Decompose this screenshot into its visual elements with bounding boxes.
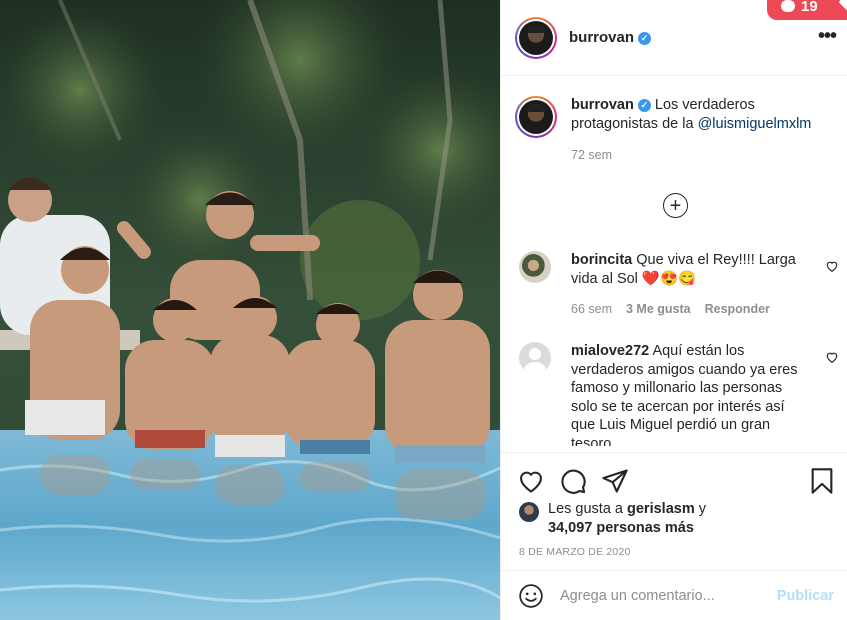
post-header: burrovan ✓ ••• (501, 0, 847, 76)
add-comment-bar: Publicar (501, 570, 847, 620)
comment-timestamp[interactable]: 66 sem (571, 300, 612, 319)
bookmark-icon[interactable] (808, 467, 836, 495)
comment-icon[interactable] (559, 467, 587, 495)
comment-like-heart-icon[interactable] (825, 350, 839, 364)
liker-username[interactable]: gerislasm (627, 501, 695, 517)
author-username[interactable]: burrovan ✓ (569, 29, 652, 46)
author-avatar[interactable] (515, 16, 557, 59)
post-date[interactable]: 8 DE MARZO DE 2020 (519, 546, 631, 558)
more-options-button[interactable]: ••• (818, 26, 837, 46)
comment-item: borincita Que viva el Rey!!!! Larga vida… (519, 251, 839, 319)
caption-mention-link[interactable]: @luismiguelmxlm (698, 116, 812, 132)
heart-icon[interactable] (517, 467, 545, 495)
caption-text: burrovan ✓ Los verdaderos protagonistas d… (571, 96, 835, 134)
smiley-icon[interactable] (518, 583, 544, 609)
commenter-username[interactable]: mialove272 (571, 343, 649, 359)
verified-badge-icon: ✓ (638, 32, 652, 45)
load-more-comments-button[interactable]: + (663, 193, 688, 218)
paper-plane-icon[interactable] (601, 467, 629, 495)
verified-badge-icon: ✓ (637, 99, 651, 112)
commenter-avatar[interactable] (519, 251, 551, 283)
comment-text: borincita Que viva el Rey!!!! Larga vida… (571, 251, 803, 288)
commenter-avatar-default[interactable] (519, 342, 551, 374)
comment-text: mialove272 Aquí están los verdaderos ami… (571, 342, 803, 446)
pool-photo-illustration (0, 0, 500, 620)
likes-summary: Les gusta a gerislasm y 34,097 personas … (519, 500, 706, 538)
post-caption: burrovan ✓ Los verdaderos protagonistas d… (515, 96, 835, 165)
comment-input[interactable] (560, 587, 770, 604)
commenter-username[interactable]: borincita (571, 252, 632, 268)
comment-likes-count[interactable]: 3 Me gusta (626, 300, 691, 319)
post-side-panel: 19 burrovan ✓ ••• burrovan ✓ Los verdadero… (500, 0, 847, 620)
liker-avatar[interactable] (519, 502, 539, 522)
caption-author-avatar[interactable] (515, 96, 557, 138)
likes-count-link[interactable]: 34,097 personas más (548, 520, 694, 536)
avatar-image (519, 20, 553, 55)
caption-timestamp[interactable]: 72 sem (571, 146, 835, 165)
comment-item: mialove272 Aquí están los verdaderos ami… (519, 342, 839, 446)
comment-meta: 66 sem 3 Me gusta Responder (571, 300, 803, 319)
caption-author[interactable]: burrovan (571, 97, 634, 113)
publish-button[interactable]: Publicar (777, 588, 834, 604)
plus-circle-icon: + (669, 194, 682, 217)
avatar-image (519, 100, 553, 134)
post-photo[interactable] (0, 0, 500, 620)
reply-button[interactable]: Responder (705, 300, 770, 319)
comment-like-heart-icon[interactable] (825, 259, 839, 273)
